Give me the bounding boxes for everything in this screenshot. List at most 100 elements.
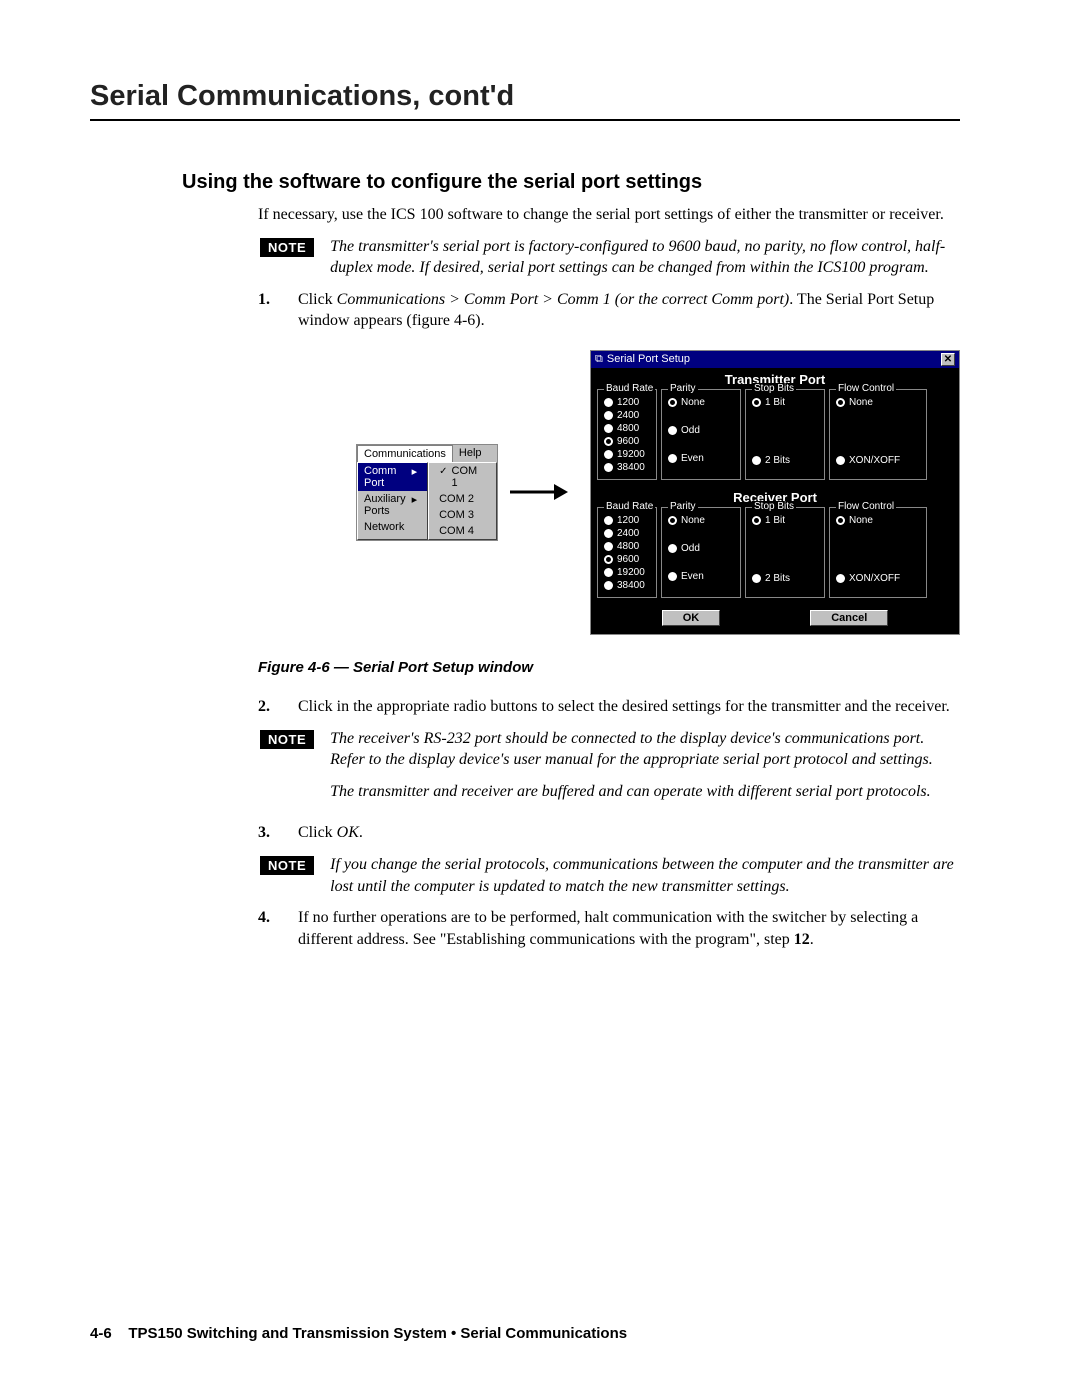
submenu-2: COM 1 COM 2 COM 3 COM 4 xyxy=(428,462,497,540)
menu-com2[interactable]: COM 2 xyxy=(429,491,496,507)
menu-com1[interactable]: COM 1 xyxy=(429,463,496,491)
tx-baud-38400[interactable]: 38400 xyxy=(604,462,650,474)
menu-help[interactable]: Help xyxy=(453,445,488,462)
menu-aux-ports[interactable]: Auxiliary Ports▸ xyxy=(358,491,427,519)
step-num: 2. xyxy=(258,696,270,718)
rx-parity-even[interactable]: Even xyxy=(668,571,734,583)
radio-icon xyxy=(668,454,677,463)
radio-icon xyxy=(836,574,845,583)
t: 1 Bit xyxy=(765,515,785,527)
rx-stop-1[interactable]: 1 Bit xyxy=(752,515,818,527)
radio-icon xyxy=(668,544,677,553)
rx-baud-1200[interactable]: 1200 xyxy=(604,515,650,527)
tx-stop-2[interactable]: 2 Bits xyxy=(752,455,818,467)
tx-parity-odd[interactable]: Odd xyxy=(668,425,734,437)
note-tag: NOTE xyxy=(260,238,314,257)
rx-parity-none[interactable]: None xyxy=(668,515,734,527)
step-2: 2. Click in the appropriate radio button… xyxy=(258,696,960,718)
rx-stop-2[interactable]: 2 Bits xyxy=(752,573,818,585)
rx-baud-group: Baud Rate 1200 2400 4800 9600 19200 3840… xyxy=(597,507,657,598)
step-body: Click in the appropriate radio buttons t… xyxy=(298,696,960,718)
legend: Baud Rate xyxy=(604,501,655,512)
t: Odd xyxy=(681,425,700,437)
close-button[interactable]: ✕ xyxy=(941,353,955,366)
radio-icon xyxy=(604,542,613,551)
t: COM 3 xyxy=(439,509,474,521)
radio-icon xyxy=(668,516,677,525)
step-body: Click Communications > Comm Port > Comm … xyxy=(298,289,960,332)
rx-flow-group: Flow Control None XON/XOFF xyxy=(829,507,927,598)
t: OK xyxy=(337,824,359,841)
ok-button[interactable]: OK xyxy=(662,610,721,626)
t: 1 Bit xyxy=(765,397,785,409)
t: 1200 xyxy=(617,515,639,527)
radio-icon xyxy=(604,398,613,407)
radio-icon xyxy=(752,574,761,583)
t: XON/XOFF xyxy=(849,573,900,585)
t: Network xyxy=(364,521,404,533)
t: None xyxy=(681,397,705,409)
note-3: NOTE If you change the serial protocols,… xyxy=(260,854,960,897)
rx-baud-2400[interactable]: 2400 xyxy=(604,528,650,540)
t: None xyxy=(849,515,873,527)
rx-flow-xon[interactable]: XON/XOFF xyxy=(836,573,920,585)
t: 2400 xyxy=(617,528,639,540)
page-number: 4-6 xyxy=(90,1325,112,1342)
tx-flow-group: Flow Control None XON/XOFF xyxy=(829,389,927,480)
menu-network[interactable]: Network xyxy=(358,519,427,535)
arrow-icon xyxy=(508,480,568,504)
menu-com4[interactable]: COM 4 xyxy=(429,523,496,539)
tx-parity-none[interactable]: None xyxy=(668,397,734,409)
tx-stop-group: Stop Bits 1 Bit 2 Bits xyxy=(745,389,825,480)
transmitter-port-groups: Baud Rate 1200 2400 4800 9600 19200 3840… xyxy=(591,389,959,486)
dialog-title: Serial Port Setup xyxy=(607,353,690,365)
tx-baud-2400[interactable]: 2400 xyxy=(604,410,650,422)
menu-and-arrow: Communications Help Comm Port▸ Auxiliary… xyxy=(356,444,568,541)
menu-comm-port[interactable]: Comm Port▸ xyxy=(358,463,427,491)
note-2: NOTE The receiver's RS-232 port should b… xyxy=(260,728,960,813)
t: 2 Bits xyxy=(765,455,790,467)
rx-baud-38400[interactable]: 38400 xyxy=(604,580,650,592)
serial-port-setup-dialog: ⧉ Serial Port Setup ✕ Transmitter Port B… xyxy=(590,350,960,635)
menu-com3[interactable]: COM 3 xyxy=(429,507,496,523)
radio-icon xyxy=(604,555,613,564)
radio-icon xyxy=(836,516,845,525)
tx-parity-even[interactable]: Even xyxy=(668,453,734,465)
rx-parity-odd[interactable]: Odd xyxy=(668,543,734,555)
radio-icon xyxy=(836,398,845,407)
submenu-1: Comm Port▸ Auxiliary Ports▸ Network xyxy=(357,462,428,540)
t: Comm Port xyxy=(364,465,406,489)
t: 2 Bits xyxy=(765,573,790,585)
tx-flow-none[interactable]: None xyxy=(836,397,920,409)
footer-text: TPS150 Switching and Transmission System… xyxy=(128,1325,627,1342)
tx-stop-1[interactable]: 1 Bit xyxy=(752,397,818,409)
radio-icon xyxy=(604,516,613,525)
rx-baud-4800[interactable]: 4800 xyxy=(604,541,650,553)
t: 9600 xyxy=(617,436,639,448)
radio-icon xyxy=(668,398,677,407)
radio-icon xyxy=(604,568,613,577)
menu-communications[interactable]: Communications xyxy=(357,445,453,462)
tx-baud-4800[interactable]: 4800 xyxy=(604,423,650,435)
tx-baud-9600[interactable]: 9600 xyxy=(604,436,650,448)
arrow-icon: ▸ xyxy=(412,493,418,517)
t: 4800 xyxy=(617,423,639,435)
cancel-button[interactable]: Cancel xyxy=(810,610,888,626)
tx-baud-19200[interactable]: 19200 xyxy=(604,449,650,461)
tx-baud-1200[interactable]: 1200 xyxy=(604,397,650,409)
rx-flow-none[interactable]: None xyxy=(836,515,920,527)
t: Click xyxy=(298,291,337,308)
rx-baud-9600[interactable]: 9600 xyxy=(604,554,650,566)
tx-flow-xon[interactable]: XON/XOFF xyxy=(836,455,920,467)
t: 9600 xyxy=(617,554,639,566)
t: 2400 xyxy=(617,410,639,422)
page-title: Serial Communications, cont'd xyxy=(90,80,960,121)
legend: Parity xyxy=(668,501,698,512)
t: 38400 xyxy=(617,462,645,474)
step-num: 1. xyxy=(258,289,270,332)
rx-baud-19200[interactable]: 19200 xyxy=(604,567,650,579)
legend: Stop Bits xyxy=(752,383,796,394)
app-icon: ⧉ xyxy=(595,353,603,366)
radio-icon xyxy=(752,516,761,525)
legend: Parity xyxy=(668,383,698,394)
